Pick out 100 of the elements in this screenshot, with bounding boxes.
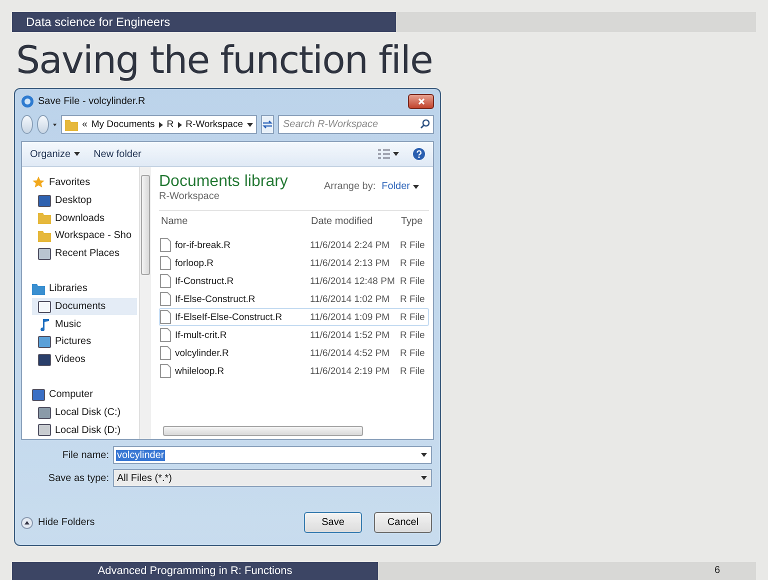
page-number: 6 xyxy=(714,565,720,578)
sidebar-group[interactable]: Libraries xyxy=(32,280,137,298)
star-icon xyxy=(32,176,45,190)
list-view-icon xyxy=(378,149,390,159)
file-type: R File xyxy=(400,276,426,286)
save-as-type-dropdown[interactable]: All Files (*.*) xyxy=(113,469,432,487)
file-row[interactable]: If-mult-crit.R 11/6/2014 1:52 PM R File xyxy=(159,326,429,344)
caret-icon xyxy=(421,453,427,457)
caret-icon xyxy=(393,152,399,156)
file-type: R File xyxy=(400,348,426,358)
file-row[interactable]: volcylinder.R 11/6/2014 4:52 PM R File xyxy=(159,344,429,362)
window-title: Save File - volcylinder.R xyxy=(38,96,146,108)
caret-icon xyxy=(53,122,58,127)
arrange-dropdown[interactable]: Folder xyxy=(382,181,419,192)
file-row[interactable]: for-if-break.R 11/6/2014 2:24 PM R File xyxy=(159,236,429,254)
column-header[interactable]: Date modified xyxy=(309,216,399,227)
file-type: R File xyxy=(400,330,426,340)
sidebar-item[interactable]: Workspace - Sho xyxy=(32,227,137,245)
file-type: R File xyxy=(400,312,426,322)
library-subtitle: R-Workspace xyxy=(159,191,220,202)
vertical-scrollbar[interactable] xyxy=(139,167,151,439)
hide-folders-button[interactable]: Hide Folders xyxy=(21,516,95,528)
file-date: 11/6/2014 4:52 PM xyxy=(310,348,391,358)
music-note-icon xyxy=(38,318,51,331)
sidebar-item[interactable]: Local Disk (D:) xyxy=(32,421,137,440)
sidebar-group[interactable]: Favorites xyxy=(32,174,137,192)
slide-header: Data science for Engineers xyxy=(12,12,396,32)
file-row[interactable]: forloop.R 11/6/2014 2:13 PM R File xyxy=(159,254,429,272)
caret-icon xyxy=(246,122,253,127)
file-date: 11/6/2014 1:09 PM xyxy=(310,312,391,322)
file-row[interactable]: whileloop.R 11/6/2014 2:19 PM R File xyxy=(159,362,429,380)
dialog-button[interactable]: Cancel xyxy=(374,512,432,533)
chevron-icon xyxy=(178,122,182,128)
file-date: 11/6/2014 2:13 PM xyxy=(310,258,391,268)
folder-icon xyxy=(38,212,51,224)
file-name: for-if-break.R xyxy=(175,240,230,250)
file-icon xyxy=(160,292,171,306)
breadcrumb-item[interactable]: « xyxy=(82,119,88,130)
sidebar-item[interactable]: Local Disk (C:) xyxy=(32,404,137,422)
dialog-button[interactable]: Save xyxy=(304,512,362,533)
file-icon xyxy=(160,346,171,360)
chevron-icon xyxy=(158,122,163,128)
column-header[interactable]: Type xyxy=(399,216,429,227)
slide-footer: Advanced Programming in R: Functions xyxy=(12,562,378,580)
sidebar-item[interactable]: Videos xyxy=(32,350,137,368)
file-date: 11/6/2014 2:24 PM xyxy=(310,240,391,250)
file-icon xyxy=(160,328,171,342)
caret-icon xyxy=(421,476,427,480)
file-type: R File xyxy=(400,294,426,304)
view-menu-button[interactable] xyxy=(378,149,399,159)
file-type: R File xyxy=(400,366,426,376)
breadcrumb-item[interactable]: R xyxy=(166,119,174,130)
file-name-label: File name: xyxy=(61,450,109,460)
sidebar-item[interactable]: Desktop xyxy=(32,192,137,210)
breadcrumb-item[interactable]: My Documents xyxy=(91,119,155,130)
refresh-arrows-icon xyxy=(262,120,273,130)
close-icon xyxy=(418,98,424,106)
breadcrumb-item[interactable]: R-Workspace xyxy=(186,119,243,130)
toolbar-button[interactable]: Organize xyxy=(30,148,80,160)
save-as-type-label: Save as type: xyxy=(47,472,109,484)
file-icon xyxy=(160,310,171,324)
slide-title: Saving the function file xyxy=(15,37,434,84)
chevron-up-icon xyxy=(21,516,33,528)
file-icon xyxy=(160,364,171,378)
folder-icon xyxy=(65,118,78,131)
file-name: If-Else-Construct.R xyxy=(175,294,256,304)
file-row[interactable]: If-ElseIf-Else-Construct.R 11/6/2014 1:09 PM R File xyxy=(159,308,429,326)
sidebar-item[interactable]: Recent Places xyxy=(32,244,137,262)
file-date: 11/6/2014 1:52 PM xyxy=(310,330,391,340)
file-name: If-ElseIf-Else-Construct.R xyxy=(175,312,282,322)
file-icon xyxy=(160,238,171,252)
column-header[interactable]: Name xyxy=(159,216,309,227)
sidebar-item[interactable]: Pictures xyxy=(32,333,137,351)
toolbar-button[interactable]: New folder xyxy=(94,148,142,160)
search-field[interactable]: Search R-Workspace xyxy=(278,115,434,134)
sidebar-item[interactable]: Music xyxy=(32,315,137,334)
sidebar-item[interactable]: Documents xyxy=(32,298,137,316)
file-date: 11/6/2014 2:19 PM xyxy=(310,366,391,376)
file-icon xyxy=(160,256,171,270)
close-button[interactable] xyxy=(408,94,434,110)
file-date: 11/6/2014 1:02 PM xyxy=(310,294,391,304)
caret-icon xyxy=(74,152,80,156)
file-date: 11/6/2014 12:48 PM xyxy=(310,276,396,286)
folder-icon xyxy=(38,230,51,242)
file-name: If-mult-crit.R xyxy=(175,330,227,340)
help-icon[interactable] xyxy=(413,148,425,160)
file-name: whileloop.R xyxy=(175,366,224,376)
search-icon xyxy=(420,119,430,130)
sidebar-item[interactable]: Downloads xyxy=(32,209,137,228)
file-icon xyxy=(160,274,171,288)
sidebar-group[interactable]: Computer xyxy=(32,386,137,404)
caret-icon xyxy=(413,184,419,188)
file-name-field[interactable]: volcylinder xyxy=(113,446,432,464)
address-bar[interactable]: « My Documents R R-Workspace xyxy=(61,115,257,134)
file-type: R File xyxy=(400,240,426,250)
refresh-button[interactable] xyxy=(260,115,274,134)
folder-icon xyxy=(32,282,45,295)
file-type: R File xyxy=(400,258,426,268)
file-row[interactable]: If-Else-Construct.R 11/6/2014 1:02 PM R File xyxy=(159,290,429,308)
file-row[interactable]: If-Construct.R 11/6/2014 12:48 PM R File xyxy=(159,272,429,290)
